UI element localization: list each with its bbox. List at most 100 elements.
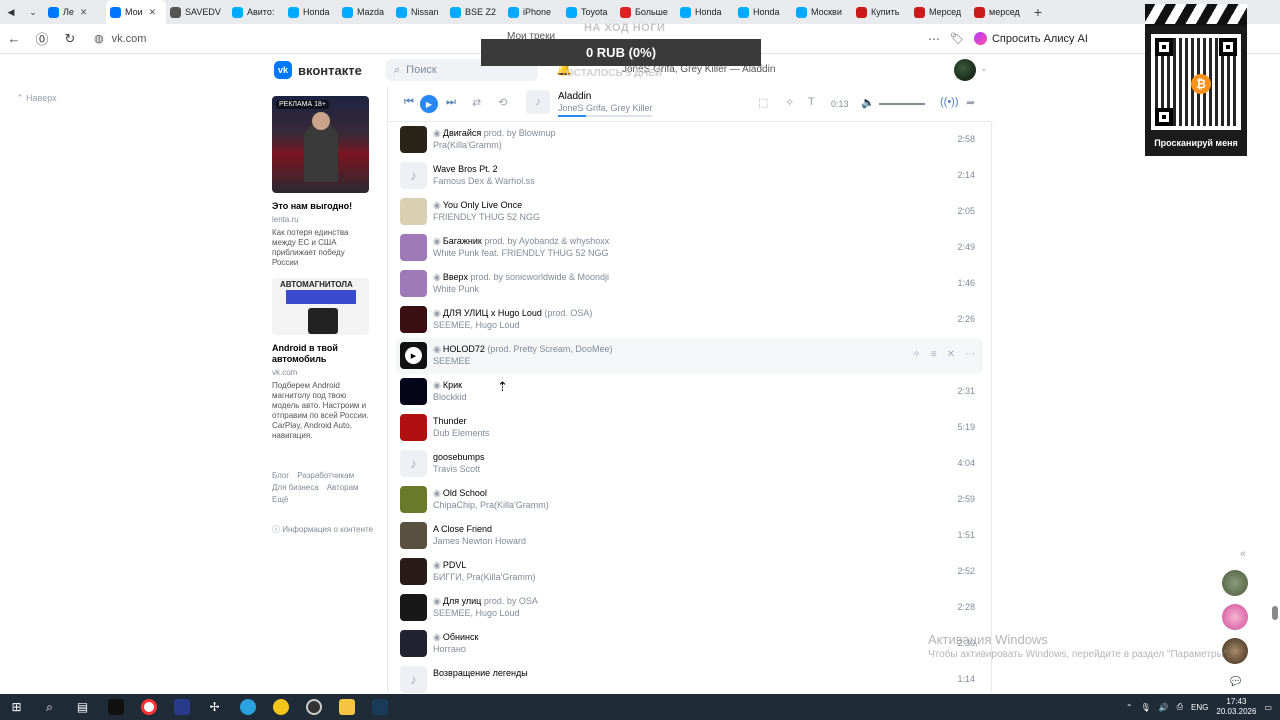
tray-chevron-icon[interactable]: ⌃ — [1126, 703, 1133, 712]
bookmark-icon[interactable]: 🏷 — [950, 32, 964, 45]
reload-button[interactable]: ↻ — [56, 31, 84, 47]
track-title[interactable]: Двигайся — [443, 128, 481, 138]
browser-tab[interactable]: Honda — [734, 0, 792, 24]
alice-button[interactable]: Спросить Алису AI — [973, 32, 1088, 45]
track-row[interactable]: ◉ ДЛЯ УЛИЦ x Hugo Loud (prod. OSA) SEEMEE,… — [388, 302, 993, 338]
browser-tab[interactable]: мерсед — [970, 0, 1028, 24]
browser-tab[interactable]: Honda — [676, 0, 734, 24]
new-tab-button[interactable]: + — [1028, 4, 1048, 20]
more-icon[interactable]: ⋯ — [928, 32, 940, 46]
previous-icon[interactable]: ⏮ — [404, 96, 414, 109]
collapse-icon[interactable]: « — [1240, 548, 1246, 560]
ad-card-lenta[interactable]: РЕКЛАМА 18+ Это нам выгодно! lenta.ru Ка… — [272, 96, 370, 268]
avatar[interactable] — [1222, 604, 1248, 630]
footer-link[interactable]: Разработчикам — [297, 471, 354, 480]
clock[interactable]: 17:43 20.03.2026 — [1216, 697, 1256, 717]
browser-tab[interactable]: BSE Z2 — [446, 0, 504, 24]
close-tab-icon[interactable]: ✕ — [80, 7, 88, 18]
close-tab-icon[interactable]: ✕ — [149, 7, 157, 18]
add-to-queue-icon[interactable]: ≡ — [931, 349, 937, 360]
current-track-title[interactable]: Aladdin — [558, 91, 591, 102]
track-row[interactable]: ♪ Wave Bros Pt. 2 Famous Dex & Warhol.ss 2:… — [388, 158, 993, 194]
notification-center-icon[interactable]: ▭ — [1264, 703, 1272, 712]
browser-tab[interactable]: Москви — [792, 0, 852, 24]
track-artist[interactable]: ChipaChip, Pra(Killa'Gramm) — [433, 500, 549, 510]
track-title[interactable]: Thunder — [433, 416, 467, 426]
browser-tab[interactable]: Мерсед — [910, 0, 970, 24]
sparkle-icon[interactable]: ✧ — [912, 349, 920, 360]
obs-icon[interactable] — [297, 694, 330, 720]
chat-icon[interactable]: 💬 — [1230, 676, 1241, 687]
track-title[interactable]: Обнинск — [443, 632, 479, 642]
folder-icon[interactable] — [330, 694, 363, 720]
app-icon[interactable]: ✢ — [198, 694, 231, 720]
track-artist[interactable]: Famous Dex & Warhol.ss — [433, 176, 535, 186]
microphone-icon[interactable]: 🎙 — [1141, 703, 1151, 712]
track-row[interactable]: ◉ Обнинск Ноггано 2:30 — [388, 626, 993, 662]
track-title[interactable]: Возвращение легенды — [433, 668, 528, 678]
track-title[interactable]: ДЛЯ УЛИЦ x Hugo Loud — [443, 308, 542, 318]
language-indicator[interactable]: ENG — [1191, 703, 1208, 712]
track-artist[interactable]: Pra(Killa'Gramm) — [433, 140, 502, 150]
task-view-icon[interactable]: ▤ — [66, 694, 99, 720]
lyrics-icon[interactable]: T — [808, 96, 815, 108]
footer-link[interactable]: Авторам — [327, 483, 359, 492]
browser-tab[interactable]: Nissan — [392, 0, 446, 24]
browser-tab[interactable]: Toyota — [562, 0, 616, 24]
track-row[interactable]: Thunder Dub Elements 5:19 — [388, 410, 993, 446]
track-row[interactable]: ◉ Вверх prod. by sonicworldwide & Moondji… — [388, 266, 993, 302]
back-button[interactable]: ← — [0, 31, 28, 46]
browser-tab[interactable]: Купить — [852, 0, 910, 24]
app-icon[interactable] — [264, 694, 297, 720]
tab-list-chevron-icon[interactable]: ⌄ — [22, 0, 44, 24]
ad-card-android[interactable]: АВТОМАГНИТОЛА Android в твой автомобиль … — [272, 278, 370, 441]
track-artist[interactable]: White Punk — [433, 284, 479, 294]
track-title[interactable]: A Close Friend — [433, 524, 492, 534]
track-title[interactable]: Крик — [443, 380, 462, 390]
browser-tab[interactable]: SAVEDV — [166, 0, 228, 24]
dislike-icon[interactable]: ⬚ — [758, 96, 768, 109]
steam-icon[interactable] — [363, 694, 396, 720]
track-artist[interactable]: SEEMEE, Hugo Loud — [433, 608, 520, 618]
track-title[interactable]: Багажник — [443, 236, 482, 246]
browser-tab[interactable]: Honda — [284, 0, 338, 24]
track-row[interactable]: ◉ Багажник prod. by Ayobandz & whyshoxx Wh… — [388, 230, 993, 266]
track-title[interactable]: Вверх — [443, 272, 468, 282]
app-icon[interactable] — [99, 694, 132, 720]
vk-logo[interactable]: vk вконтакте — [274, 61, 362, 79]
track-row[interactable]: ♪ goosebumps Travis Scott 4:04 — [388, 446, 993, 482]
site-info-icon[interactable]: ◍ — [94, 32, 104, 45]
track-artist[interactable]: Travis Scott — [433, 464, 480, 474]
progress-bar[interactable] — [558, 115, 652, 117]
scrollbar[interactable] — [1272, 606, 1278, 620]
next-icon[interactable]: ⏭ — [446, 96, 456, 109]
sparkle-icon[interactable]: ✧ — [785, 96, 794, 109]
track-title[interactable]: You Only Live Once — [443, 200, 522, 210]
yandex-browser-icon[interactable] — [132, 694, 165, 720]
track-title[interactable]: PDVL — [443, 560, 467, 570]
play-button[interactable]: ▶ — [420, 95, 438, 113]
footer-link-more[interactable]: Ещё — [272, 495, 288, 504]
content-info-link[interactable]: ⓘ Информация о контенте — [272, 524, 373, 535]
audio-icon[interactable]: ◀ — [0, 0, 22, 24]
broadcast-icon[interactable]: ((•)) — [940, 96, 959, 108]
track-row[interactable]: ◉ Крик Blockkid 2:31 — [388, 374, 993, 410]
footer-link[interactable]: Блог — [272, 471, 289, 480]
browser-tab[interactable]: Mazda — [338, 0, 392, 24]
search-icon[interactable]: ⌕ — [33, 694, 66, 720]
track-row[interactable]: A Close Friend James Newton Howard 1:51 — [388, 518, 993, 554]
footer-link[interactable]: Для бизнеса — [272, 483, 319, 492]
speaker-icon[interactable]: 🔊 — [1159, 703, 1169, 712]
printer-icon[interactable]: ⎙ — [1177, 702, 1183, 712]
share-icon[interactable]: ➦ — [966, 96, 975, 109]
volume-slider[interactable] — [879, 103, 925, 105]
track-artist[interactable]: SEEMEE, Hugo Loud — [433, 320, 520, 330]
track-artist[interactable]: Dub Elements — [433, 428, 490, 438]
volume-icon[interactable]: 🔈 — [861, 96, 875, 109]
repeat-icon[interactable]: ⟲ — [498, 96, 507, 109]
track-artist[interactable]: SEEMEE — [433, 356, 471, 366]
track-title[interactable]: HOLOD72 — [443, 344, 485, 354]
track-artist[interactable]: James Newton Howard — [433, 536, 526, 546]
browser-tab[interactable]: iPhone — [504, 0, 562, 24]
current-track-artist[interactable]: JoneS Grifa, Grey Killer — [558, 103, 653, 113]
